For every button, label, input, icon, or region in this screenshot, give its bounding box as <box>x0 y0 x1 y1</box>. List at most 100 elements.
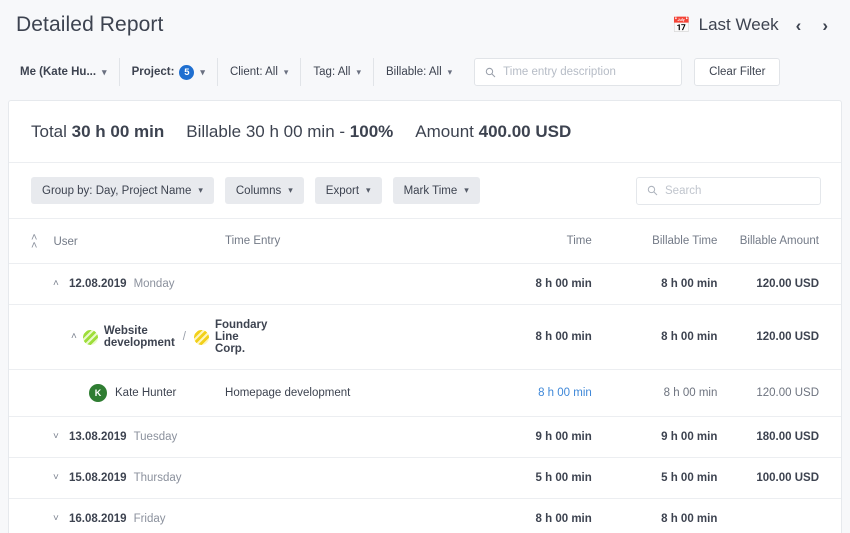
calendar-icon: 📅 <box>671 16 691 34</box>
cell-time: 9 h 00 min <box>471 416 592 458</box>
chevron-down-icon: ▾ <box>447 66 453 77</box>
cell-billable-amount: 120.00 USD <box>717 369 841 417</box>
filter-project[interactable]: Project: 5 ▾ <box>120 58 218 86</box>
clear-filter-button[interactable]: Clear Filter <box>694 58 781 86</box>
table-row[interactable]: ˄ 12.08.2019 Monday 8 h 00 min 8 h 00 min 120… <box>9 263 841 305</box>
chevron-down-icon: ▾ <box>198 185 203 195</box>
table-row[interactable]: ˅ 13.08.2019 Tuesday 9 h 00 min 9 h 00 min 18… <box>9 416 841 458</box>
report-toolbar: Group by: Day, Project Name ▾ Columns ▾ … <box>9 163 841 219</box>
filter-user[interactable]: Me (Kate Hu... ▾ <box>8 58 120 86</box>
filter-client[interactable]: Client: All ▾ <box>218 58 302 86</box>
cell-billable-amount: 180.00 USD <box>717 416 841 458</box>
column-header-user[interactable]: ˄ ˄ User <box>9 219 226 264</box>
table-search-input[interactable] <box>665 184 810 197</box>
client-color-icon <box>193 329 209 345</box>
cell-time: 5 h 00 min <box>471 457 592 499</box>
table-header-row: ˄ ˄ User Time Entry Time Billable Time Bi… <box>9 219 841 264</box>
export-button[interactable]: Export ▾ <box>314 177 382 204</box>
row-date: 12.08.2019 <box>69 278 127 290</box>
cell-billable-time: 5 h 00 min <box>591 457 718 499</box>
row-project-name[interactable]: Website development <box>104 325 175 349</box>
row-weekday: Friday <box>133 513 166 525</box>
date-range-selector[interactable]: 📅 Last Week <box>672 15 779 35</box>
columns-button[interactable]: Columns ▾ <box>224 177 304 204</box>
cell-time[interactable]: 8 h 00 min <box>471 369 592 417</box>
summary-billable-label: Billable <box>186 121 242 141</box>
row-toggle-chevron[interactable]: ˅ <box>53 514 62 524</box>
next-period-button[interactable]: › <box>818 15 832 36</box>
row-weekday: Monday <box>133 278 175 290</box>
table-row[interactable]: ˅ 15.08.2019 Thursday 5 h 00 min 5 h 00 min 1… <box>9 457 841 499</box>
filter-billable-label: Billable: All <box>386 66 442 78</box>
cell-billable-amount: 100.00 USD <box>717 457 841 499</box>
table-row[interactable]: ˄ Website development / Foundary Line Corp.… <box>9 304 841 370</box>
filter-tag[interactable]: Tag: All ▾ <box>301 58 375 86</box>
row-time-entry[interactable]: Homepage development <box>225 387 350 399</box>
row-weekday: Tuesday <box>133 431 178 443</box>
filter-tag-label: Tag: All <box>313 66 351 78</box>
cell-user: ˅ 15.08.2019 Thursday <box>9 457 226 499</box>
row-toggle-chevron[interactable]: ˅ <box>53 432 62 442</box>
summary-billable-value: 30 h 00 min <box>245 121 335 141</box>
date-range-label: Last Week <box>698 15 779 34</box>
cell-billable-time: 8 h 00 min <box>591 369 718 417</box>
chevron-down-icon: ▾ <box>366 185 371 195</box>
group-by-button[interactable]: Group by: Day, Project Name ▾ <box>31 177 214 204</box>
row-toggle-chevron[interactable]: ˄ <box>71 332 77 342</box>
table-search-box[interactable] <box>636 176 821 205</box>
columns-label: Columns <box>235 184 282 197</box>
filter-user-label: Me (Kate Hu... <box>20 66 97 78</box>
collapse-all-icon[interactable]: ˄ ˄ <box>31 233 37 252</box>
chevron-down-icon: ▾ <box>200 66 205 77</box>
row-toggle-chevron[interactable]: ˄ <box>53 279 62 289</box>
row-client-name[interactable]: Foundary Line Corp. <box>215 319 267 355</box>
summary-amount: Amount 400.00 USD <box>415 122 571 142</box>
page-title: Detailed Report <box>16 13 164 36</box>
report-card: Total 30 h 00 min Billable 30 h 00 min -… <box>8 100 842 533</box>
search-icon <box>485 67 496 77</box>
chevron-down-icon: ▾ <box>464 185 469 195</box>
cell-billable-amount: 120.00 USD <box>717 263 841 305</box>
cell-time-entry <box>225 499 471 533</box>
table-row[interactable]: K Kate Hunter Homepage development 8 h 00 m… <box>9 369 841 417</box>
cell-time-entry <box>225 263 472 305</box>
summary-billable-separator: - <box>339 121 346 141</box>
summary-amount-label: Amount <box>415 121 474 141</box>
chevron-down-icon: ▾ <box>283 66 289 77</box>
summary-row: Total 30 h 00 min Billable 30 h 00 min -… <box>9 101 841 163</box>
table-body: ˄ 12.08.2019 Monday 8 h 00 min 8 h 00 min 120… <box>9 263 841 533</box>
avatar: K <box>89 384 107 402</box>
cell-billable-time: 8 h 00 min <box>661 513 718 525</box>
filter-project-label: Project: <box>131 66 175 78</box>
cell-time-entry <box>225 457 472 499</box>
summary-amount-value: 400.00 USD <box>478 121 572 141</box>
cell-billable-time: 8 h 00 min <box>591 304 718 370</box>
cell-time: 8 h 00 min <box>535 513 592 525</box>
summary-billable: Billable 30 h 00 min - 100% <box>186 122 393 142</box>
row-toggle-chevron[interactable]: ˅ <box>53 473 62 483</box>
column-header-billable-time[interactable]: Billable Time <box>591 219 718 264</box>
top-header: Detailed Report 📅 Last Week ‹ › <box>0 0 850 50</box>
mark-time-button[interactable]: Mark Time ▾ <box>392 177 480 204</box>
row-user-name: Kate Hunter <box>115 387 177 399</box>
description-search-box[interactable] <box>474 58 683 86</box>
cell-user: ˄ Website development / Foundary Line Corp. <box>9 304 267 370</box>
description-search-input[interactable] <box>503 66 672 78</box>
filter-billable[interactable]: Billable: All ▾ <box>374 58 464 86</box>
chevron-down-icon: ▾ <box>356 66 362 77</box>
column-header-billable-amount[interactable]: Billable Amount <box>717 219 841 264</box>
search-icon <box>647 185 658 196</box>
project-color-icon <box>82 329 98 345</box>
column-header-time[interactable]: Time <box>471 219 592 264</box>
column-header-time-entry[interactable]: Time Entry <box>225 219 472 264</box>
cell-billable-time: 8 h 00 min <box>591 263 718 305</box>
summary-billable-percent: 100% <box>349 121 394 141</box>
row-weekday: Thursday <box>133 472 182 484</box>
filter-client-label: Client: All <box>229 66 278 78</box>
table-row[interactable]: ˅ 16.08.2019 Friday 8 h 00 min 8 h 00 min <box>9 499 841 533</box>
cell-time: 8 h 00 min <box>471 263 592 305</box>
prev-period-button[interactable]: ‹ <box>792 15 806 36</box>
table-header: ˄ ˄ User Time Entry Time Billable Time Bi… <box>9 219 841 264</box>
row-separator: / <box>182 331 186 343</box>
cell-time-entry: Homepage development <box>225 369 472 417</box>
